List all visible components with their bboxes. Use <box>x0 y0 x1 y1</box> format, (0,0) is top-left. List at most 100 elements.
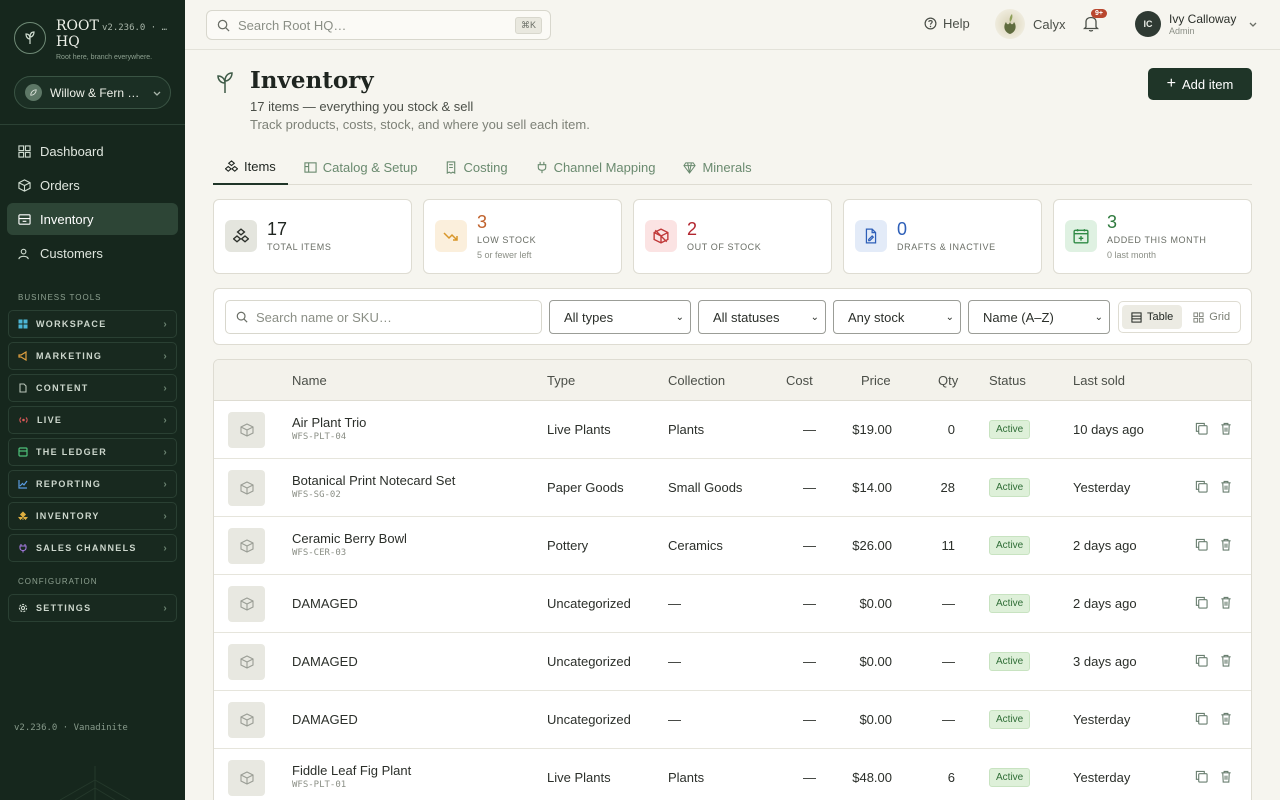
item-name-cell: DAMAGED <box>292 654 358 669</box>
trash-icon[interactable] <box>1220 712 1232 728</box>
tab-items[interactable]: Items <box>213 150 288 185</box>
column-header-name[interactable]: Name <box>292 373 327 388</box>
broadcast-icon <box>19 417 28 423</box>
calyx-assistant-button[interactable]: Calyx <box>995 9 1066 39</box>
nav-item-orders[interactable]: Orders <box>7 169 178 201</box>
column-header-collection[interactable]: Collection <box>668 373 725 388</box>
column-header-type[interactable]: Type <box>547 373 575 388</box>
duplicate-icon[interactable] <box>1195 480 1208 496</box>
column-header-last-sold[interactable]: Last sold <box>1073 373 1125 388</box>
help-button[interactable]: Help <box>924 16 970 31</box>
table-row[interactable]: DAMAGED Uncategorized — — $0.00 — Active Yester… <box>214 691 1251 749</box>
table-row[interactable]: DAMAGED Uncategorized — — $0.00 — Active 2 days… <box>214 575 1251 633</box>
table-row[interactable]: Botanical Print Notecard Set WFS-SG-02 Pap… <box>214 459 1251 517</box>
tool-marketing[interactable]: MARKETING › <box>8 342 177 370</box>
duplicate-icon[interactable] <box>1195 712 1208 728</box>
nav-item-inventory[interactable]: Inventory <box>7 203 178 235</box>
calendar-plus-icon <box>1065 220 1097 252</box>
stat-card-low-stock[interactable]: 3 LOW STOCK 5 or fewer left <box>423 199 622 274</box>
user-menu[interactable]: IC Ivy Calloway Admin <box>1135 11 1258 37</box>
tab-costing[interactable]: Costing <box>433 150 519 185</box>
duplicate-icon[interactable] <box>1195 596 1208 612</box>
tool-label: CONTENT <box>36 383 89 393</box>
item-collection: Plants <box>668 770 705 785</box>
type-select[interactable]: All types ⌄ <box>549 300 691 334</box>
duplicate-icon[interactable] <box>1195 538 1208 554</box>
chevron-right-icon: › <box>163 414 168 426</box>
stock-select[interactable]: Any stock ⌄ <box>833 300 961 334</box>
column-header-status[interactable]: Status <box>989 373 1026 388</box>
store-switcher[interactable]: Willow & Fern … <box>14 76 171 109</box>
table-row[interactable]: DAMAGED Uncategorized — — $0.00 — Active 3 days… <box>214 633 1251 691</box>
tab-minerals[interactable]: Minerals <box>671 150 763 185</box>
stat-card-total-items[interactable]: 17 TOTAL ITEMS <box>213 199 412 274</box>
item-type: Paper Goods <box>547 480 624 495</box>
item-name[interactable]: DAMAGED <box>292 654 358 669</box>
select-value: Name (A–Z) <box>983 309 1054 325</box>
item-name[interactable]: Ceramic Berry Bowl <box>292 531 407 546</box>
table-row[interactable]: Ceramic Berry Bowl WFS-CER-03 Pottery Ceram… <box>214 517 1251 575</box>
nav-item-dashboard[interactable]: Dashboard <box>7 135 178 167</box>
item-type: Live Plants <box>547 770 611 785</box>
brand[interactable]: ROOT HQ v2.236.0 · … Root here, branch e… <box>14 18 174 61</box>
item-name[interactable]: Fiddle Leaf Fig Plant <box>292 763 411 778</box>
item-qty: 11 <box>941 538 956 553</box>
stat-card-added-this-month[interactable]: 3 ADDED THIS MONTH 0 last month <box>1053 199 1252 274</box>
item-sku: WFS-SG-02 <box>292 490 341 500</box>
tool-content[interactable]: CONTENT › <box>8 374 177 402</box>
status-select[interactable]: All statuses ⌄ <box>698 300 826 334</box>
nav-item-customers[interactable]: Customers <box>7 237 178 269</box>
item-price: $0.00 <box>859 596 892 611</box>
user-role: Admin <box>1169 26 1195 36</box>
column-header-price[interactable]: Price <box>861 373 891 388</box>
column-header-cost[interactable]: Cost <box>786 373 813 388</box>
tool-sales-channels[interactable]: SALES CHANNELS › <box>8 534 177 562</box>
grid-icon <box>1193 311 1204 323</box>
stat-card-drafts-inactive[interactable]: 0 DRAFTS & INACTIVE <box>843 199 1042 274</box>
item-name[interactable]: DAMAGED <box>292 596 358 611</box>
trash-icon[interactable] <box>1220 770 1232 786</box>
tool-workspace[interactable]: WORKSPACE › <box>8 310 177 338</box>
tab-catalog-setup[interactable]: Catalog & Setup <box>292 150 430 185</box>
trash-icon[interactable] <box>1220 538 1232 554</box>
tool-inventory[interactable]: INVENTORY › <box>8 502 177 530</box>
tool-settings[interactable]: SETTINGS › <box>8 594 177 622</box>
item-last-sold: Yesterday <box>1073 712 1131 727</box>
sort-select[interactable]: Name (A–Z) ⌄ <box>968 300 1110 334</box>
item-collection: — <box>668 712 681 727</box>
tool-the-ledger[interactable]: THE LEDGER › <box>8 438 177 466</box>
item-type: Pottery <box>547 538 589 553</box>
duplicate-icon[interactable] <box>1195 422 1208 438</box>
item-collection: Plants <box>668 422 705 437</box>
store-name: Willow & Fern … <box>50 85 140 100</box>
duplicate-icon[interactable] <box>1195 654 1208 670</box>
page-title: Inventory <box>250 67 374 94</box>
tool-live[interactable]: LIVE › <box>8 406 177 434</box>
view-grid-label: Grid <box>1209 311 1231 323</box>
select-value: All statuses <box>713 309 780 325</box>
stat-card-out-of-stock[interactable]: 2 OUT OF STOCK <box>633 199 832 274</box>
view-table-button[interactable]: Table <box>1122 305 1183 329</box>
duplicate-icon[interactable] <box>1195 770 1208 786</box>
item-name[interactable]: Botanical Print Notecard Set <box>292 473 455 488</box>
shortcut-hint: ⌘K <box>514 16 542 34</box>
column-header-qty[interactable]: Qty <box>938 373 958 388</box>
view-grid-button[interactable]: Grid <box>1184 305 1239 329</box>
file-edit-icon <box>855 220 887 252</box>
megaphone-icon <box>18 351 27 361</box>
add-item-button[interactable]: + Add item <box>1148 68 1252 100</box>
trash-icon[interactable] <box>1220 480 1232 496</box>
item-name[interactable]: Air Plant Trio <box>292 415 366 430</box>
search-icon <box>236 311 248 323</box>
trash-icon[interactable] <box>1220 596 1232 612</box>
trash-icon[interactable] <box>1220 422 1232 438</box>
item-last-sold: 10 days ago <box>1073 422 1144 437</box>
trash-icon[interactable] <box>1220 654 1232 670</box>
tab-channel-mapping[interactable]: Channel Mapping <box>524 150 668 185</box>
global-search-input[interactable]: Search Root HQ… ⌘K <box>206 10 551 40</box>
table-row[interactable]: Air Plant Trio WFS-PLT-04 Live Plants Plant… <box>214 401 1251 459</box>
table-row[interactable]: Fiddle Leaf Fig Plant WFS-PLT-01 Live Plan… <box>214 749 1251 800</box>
item-name[interactable]: DAMAGED <box>292 712 358 727</box>
item-search-input[interactable]: Search name or SKU… <box>225 300 542 334</box>
tool-reporting[interactable]: REPORTING › <box>8 470 177 498</box>
